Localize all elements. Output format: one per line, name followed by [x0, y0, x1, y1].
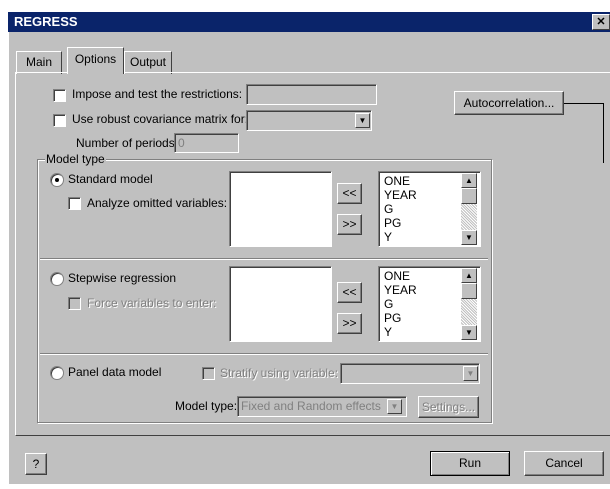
scroll-up-icon[interactable]: ▲: [461, 268, 477, 283]
impose-restrictions-checkbox[interactable]: [53, 89, 66, 102]
robust-covariance-dropdown-icon[interactable]: ▼: [355, 113, 370, 128]
tab-options[interactable]: Options: [67, 47, 124, 74]
panel-model-type-select[interactable]: Fixed and Random effects: [237, 396, 407, 417]
tab-main[interactable]: Main: [16, 51, 62, 74]
window-title: REGRESS: [14, 14, 78, 29]
robust-covariance-select[interactable]: [246, 110, 372, 131]
settings-button[interactable]: Settings...: [418, 396, 479, 418]
panel-model-type-value: Fixed and Random effects: [241, 399, 381, 413]
autocorrelation-button[interactable]: Autocorrelation...: [454, 91, 564, 115]
force-variables-label: Force variables to enter:: [87, 296, 217, 310]
pointer-line-vertical: [603, 103, 604, 163]
num-periods-input[interactable]: 0: [174, 133, 239, 153]
standard-model-label: Standard model: [68, 172, 153, 186]
impose-restrictions-label: Impose and test the restrictions:: [72, 87, 243, 101]
divider: [40, 353, 488, 355]
model-type-legend: Model type: [45, 152, 106, 166]
tab-output[interactable]: Output: [124, 51, 172, 74]
stepwise-list-scrollbar[interactable]: ▲ ▼: [461, 268, 477, 340]
tab-output-label: Output: [129, 55, 167, 69]
tab-main-label: Main: [25, 55, 52, 69]
robust-covariance-label: Use robust covariance matrix for:: [72, 112, 249, 126]
stepwise-move-right-button[interactable]: >>: [337, 313, 362, 334]
robust-covariance-checkbox[interactable]: [53, 114, 66, 127]
divider: [40, 258, 488, 260]
panel-model-type-label: Model type:: [175, 399, 238, 413]
list-item[interactable]: G: [384, 202, 393, 216]
tab-options-label: Options: [74, 52, 117, 66]
standard-list-scrollbar[interactable]: ▲ ▼: [461, 173, 477, 245]
stratify-dropdown-icon[interactable]: ▼: [463, 366, 478, 381]
force-variables-list[interactable]: [229, 266, 332, 342]
list-item[interactable]: PG: [384, 311, 401, 325]
stratify-checkbox[interactable]: [202, 367, 215, 380]
list-item[interactable]: ONE: [384, 174, 410, 188]
scroll-thumb[interactable]: [461, 188, 477, 204]
restrictions-input[interactable]: [246, 84, 377, 105]
regress-dialog: REGRESS ✕ Main Options Output Impose and…: [0, 0, 610, 489]
stepwise-regression-radio[interactable]: [50, 272, 64, 286]
scroll-up-icon[interactable]: ▲: [461, 173, 477, 188]
list-item[interactable]: YEAR: [384, 188, 417, 202]
panel-data-radio[interactable]: [50, 366, 64, 380]
close-button[interactable]: ✕: [592, 14, 610, 30]
scroll-down-icon[interactable]: ▼: [461, 325, 477, 340]
list-item[interactable]: YEAR: [384, 283, 417, 297]
analyze-omitted-checkbox[interactable]: [68, 197, 81, 210]
scroll-down-icon[interactable]: ▼: [461, 230, 477, 245]
radio-selected-dot: [55, 178, 59, 182]
cancel-button[interactable]: Cancel: [524, 451, 604, 476]
stratify-variable-select[interactable]: [340, 363, 480, 384]
panel-data-label: Panel data model: [68, 365, 162, 379]
force-variables-checkbox[interactable]: [68, 297, 81, 310]
help-button[interactable]: ?: [25, 453, 47, 475]
panel-model-type-dropdown-icon[interactable]: ▼: [387, 399, 402, 414]
stepwise-move-left-button[interactable]: <<: [337, 282, 362, 303]
list-item[interactable]: PG: [384, 216, 401, 230]
stratify-label: Stratify using variable:: [220, 366, 339, 380]
list-item[interactable]: Y: [384, 325, 392, 339]
pointer-line: [564, 103, 604, 104]
stepwise-regression-label: Stepwise regression: [68, 271, 177, 285]
move-right-button[interactable]: >>: [337, 214, 362, 235]
omitted-variables-list[interactable]: [229, 171, 332, 247]
title-bar: REGRESS ✕: [8, 12, 610, 32]
scroll-thumb[interactable]: [461, 283, 477, 299]
num-periods-label: Number of periods:: [76, 136, 179, 150]
list-item[interactable]: G: [384, 297, 393, 311]
move-left-button[interactable]: <<: [337, 183, 362, 204]
list-item[interactable]: Y: [384, 230, 392, 244]
analyze-omitted-label: Analyze omitted variables:: [87, 196, 228, 210]
list-item[interactable]: ONE: [384, 269, 410, 283]
run-button[interactable]: Run: [430, 451, 510, 476]
standard-model-radio[interactable]: [50, 173, 64, 187]
